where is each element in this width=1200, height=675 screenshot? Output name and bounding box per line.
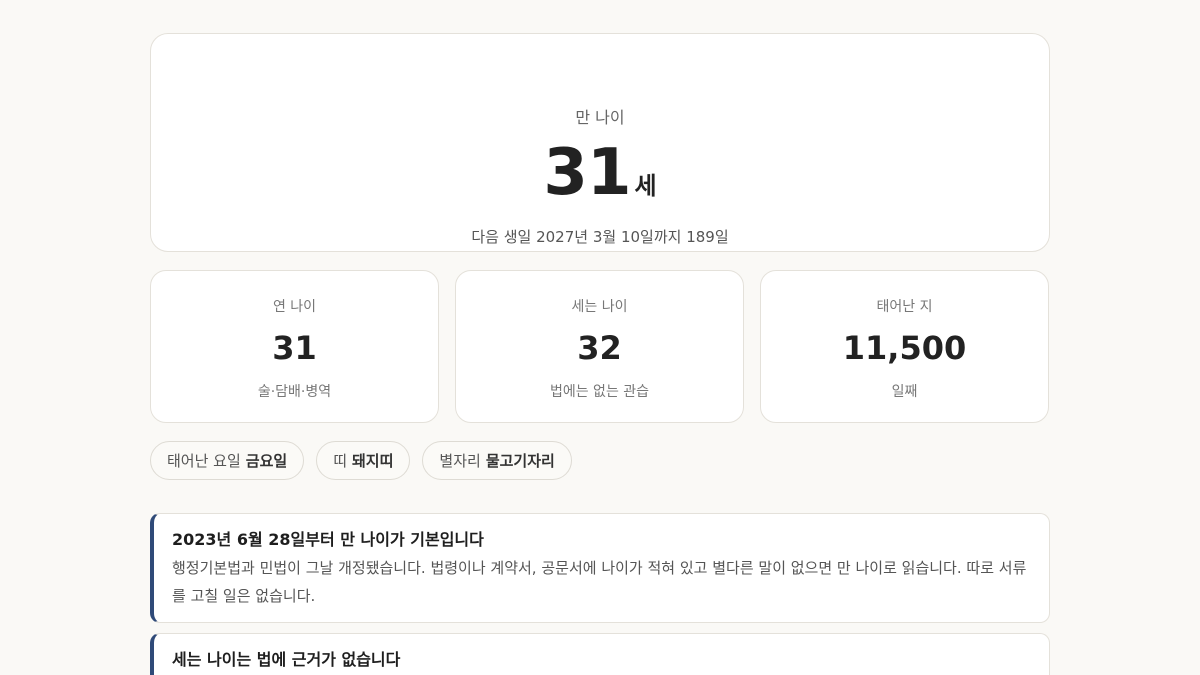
age-number: 31 <box>543 136 631 210</box>
notice-body: 행정기본법과 민법이 그날 개정됐습니다. 법령이나 계약서, 공문서에 나이가… <box>172 559 1027 605</box>
stat-value: 31 <box>272 329 317 367</box>
chip-value: 물고기자리 <box>485 452 555 470</box>
stat-card-days-since-birth: 태어난 지 11,500 일째 <box>760 270 1049 423</box>
notice-title: 2023년 6월 28일부터 만 나이가 기본입니다 <box>172 530 484 549</box>
stat-card-year-age: 연 나이 31 술·담배·병역 <box>150 270 439 423</box>
chip-label: 띠 <box>333 452 347 470</box>
stat-card-counting-age: 세는 나이 32 법에는 없는 관습 <box>455 270 744 423</box>
chip-weekday: 태어난 요일 금요일 <box>150 441 305 480</box>
stat-value: 11,500 <box>842 329 967 367</box>
chip-label: 태어난 요일 <box>167 452 241 470</box>
age-unit: 세 <box>634 172 657 200</box>
age-result-card: 만 나이 31 세 다음 생일 2027년 3월 10일까지 189일 <box>150 33 1050 252</box>
chip-zodiac: 띠 돼지띠 <box>316 441 411 480</box>
stat-note: 술·담배·병역 <box>257 384 332 400</box>
age-value: 31 세 <box>151 136 1049 210</box>
notice-card: 세는 나이는 법에 근거가 없습니다 <box>150 633 1050 675</box>
notice-card: 2023년 6월 28일부터 만 나이가 기본입니다 행정기본법과 민법이 그날… <box>150 513 1050 623</box>
stat-label: 세는 나이 <box>571 299 628 315</box>
chip-label: 별자리 <box>439 452 481 470</box>
next-birthday-text: 다음 생일 2027년 3월 10일까지 189일 <box>471 228 729 246</box>
stat-value: 32 <box>577 329 622 367</box>
chip-value: 돼지띠 <box>352 452 394 470</box>
notice-title: 세는 나이는 법에 근거가 없습니다 <box>172 650 401 669</box>
chip-value: 금요일 <box>245 452 288 470</box>
stat-label: 연 나이 <box>272 299 317 315</box>
chip-constellation: 별자리 물고기자리 <box>422 441 572 480</box>
info-chips: 태어난 요일 금요일 띠 돼지띠 별자리 물고기자리 <box>150 441 572 481</box>
stat-label: 태어난 지 <box>876 299 933 315</box>
age-label: 만 나이 <box>575 108 625 127</box>
stat-note: 법에는 없는 관습 <box>549 384 650 400</box>
stat-note: 일째 <box>891 384 918 400</box>
page: 만 나이 31 세 다음 생일 2027년 3월 10일까지 189일 연 나이 … <box>0 0 1200 675</box>
